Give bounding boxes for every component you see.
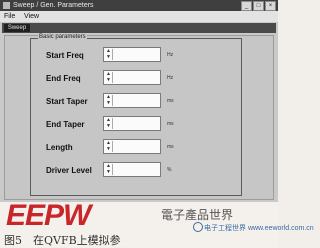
length-input[interactable] bbox=[114, 141, 158, 152]
start-freq-label: Start Freq bbox=[46, 51, 84, 60]
brand-name: 電子產品世界 bbox=[161, 208, 234, 222]
end-freq-input[interactable] bbox=[114, 72, 158, 83]
menu-view[interactable]: View bbox=[24, 11, 39, 22]
minimize-button[interactable]: _ bbox=[241, 1, 252, 11]
spin-icon[interactable]: ▲ ▼ bbox=[105, 163, 113, 175]
end-freq-unit: Hz bbox=[167, 75, 174, 81]
end-taper-field[interactable]: ▲ ▼ bbox=[103, 116, 161, 131]
tab-bar: Sweep bbox=[2, 23, 276, 33]
tab-sweep[interactable]: Sweep bbox=[4, 24, 30, 32]
end-taper-label: End Taper bbox=[46, 120, 85, 129]
globe-icon bbox=[193, 222, 203, 232]
start-taper-unit: ms bbox=[167, 98, 174, 104]
menu-bar: File View bbox=[0, 11, 278, 22]
end-freq-field[interactable]: ▲ ▼ bbox=[103, 70, 161, 85]
start-freq-unit: Hz bbox=[167, 52, 174, 58]
maximize-button[interactable]: □ bbox=[253, 1, 264, 11]
driver-level-field[interactable]: ▲ ▼ bbox=[103, 162, 161, 177]
start-taper-input[interactable] bbox=[114, 95, 158, 106]
menu-file[interactable]: File bbox=[4, 11, 15, 22]
start-freq-field[interactable]: ▲ ▼ bbox=[103, 47, 161, 62]
start-taper-field[interactable]: ▲ ▼ bbox=[103, 93, 161, 108]
driver-level-input[interactable] bbox=[114, 164, 158, 175]
driver-level-label: Driver Level bbox=[46, 166, 92, 175]
title-bar: Sweep / Gen. Parameters _ □ × bbox=[0, 0, 278, 11]
end-taper-input[interactable] bbox=[114, 118, 158, 129]
start-freq-input[interactable] bbox=[114, 49, 158, 60]
window-title: Sweep / Gen. Parameters bbox=[13, 2, 94, 9]
end-taper-unit: ms bbox=[167, 121, 174, 127]
spin-icon[interactable]: ▲ ▼ bbox=[105, 94, 113, 106]
spin-icon[interactable]: ▲ ▼ bbox=[105, 48, 113, 60]
length-unit: ms bbox=[167, 144, 174, 150]
length-label: Length bbox=[46, 143, 73, 152]
spin-icon[interactable]: ▲ ▼ bbox=[105, 117, 113, 129]
start-taper-label: Start Taper bbox=[46, 97, 88, 106]
end-freq-label: End Freq bbox=[46, 74, 81, 83]
spin-icon[interactable]: ▲ ▼ bbox=[105, 71, 113, 83]
app-window: Sweep / Gen. Parameters _ □ × File View … bbox=[0, 0, 278, 202]
close-button[interactable]: × bbox=[265, 1, 276, 11]
watermark: 电子工程世界 www.eeworld.com.cn bbox=[204, 225, 314, 232]
eepw-logo: EEPW bbox=[6, 199, 91, 232]
figure-caption: 图5 在QVFB上模拟参 bbox=[4, 234, 121, 247]
group-title: Basic parameters bbox=[38, 34, 87, 40]
app-icon bbox=[3, 2, 10, 9]
spin-icon[interactable]: ▲ ▼ bbox=[105, 140, 113, 152]
length-field[interactable]: ▲ ▼ bbox=[103, 139, 161, 154]
driver-level-unit: % bbox=[167, 167, 172, 173]
